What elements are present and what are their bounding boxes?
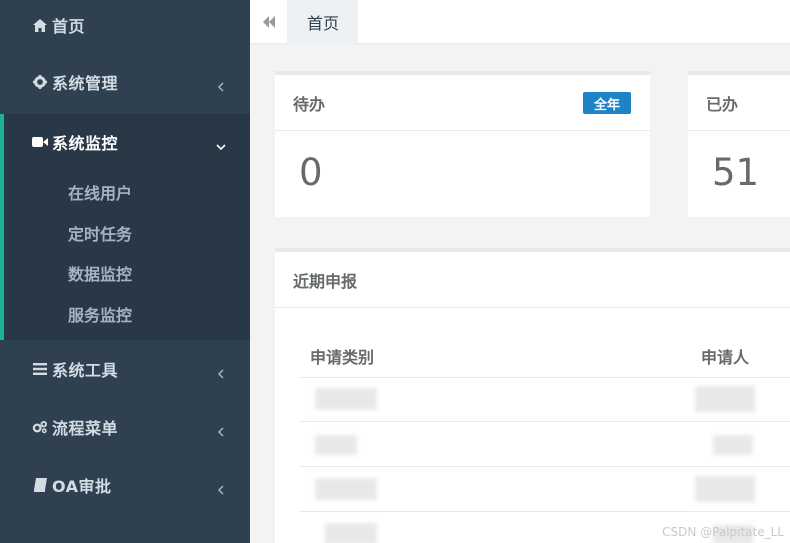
gear-icon — [32, 74, 48, 90]
collapse-tabs-button[interactable] — [250, 0, 288, 44]
recent-card-title: 近期申报 — [293, 271, 358, 291]
sidebar-item-label: OA审批 — [52, 477, 112, 496]
tab-home[interactable]: 首页 — [288, 0, 358, 44]
video-camera-icon — [32, 134, 48, 150]
redacted-cell — [315, 435, 357, 455]
sidebar-item-label: 流程菜单 — [52, 419, 119, 438]
top-tab-bar: 首页 — [250, 0, 790, 44]
sidebar-item-system-tools[interactable]: 系统工具 — [0, 340, 250, 398]
table-row[interactable] — [299, 378, 790, 422]
redacted-cell — [695, 476, 755, 502]
main-content: 待办 全年 0 已办 51 近期申报 申请类别 申请人 — [250, 45, 790, 543]
year-badge: 全年 — [582, 92, 631, 114]
sidebar-item-label: 首页 — [52, 17, 86, 36]
chevron-down-icon — [216, 137, 226, 151]
home-icon — [32, 17, 48, 33]
book-icon — [32, 477, 48, 493]
recent-card-header: 近期申报 — [275, 252, 790, 308]
bars-icon — [32, 361, 48, 377]
redacted-cell — [315, 388, 377, 410]
pending-card-header: 待办 全年 — [275, 75, 650, 131]
redacted-cell — [315, 478, 377, 500]
pending-card: 待办 全年 0 — [275, 71, 650, 217]
redacted-cell — [713, 435, 753, 455]
chevron-left-icon — [216, 77, 226, 92]
submenu-item-service-monitor[interactable]: 服务监控 — [4, 294, 250, 335]
chevron-left-icon — [216, 422, 226, 437]
sidebar-item-home[interactable]: 首页 — [0, 0, 250, 50]
submenu-item-data-monitor[interactable]: 数据监控 — [4, 253, 250, 294]
done-card-header: 已办 — [688, 75, 790, 131]
double-chevron-left-icon — [262, 13, 276, 32]
sidebar-item-system-monitor[interactable]: 系统监控 — [0, 114, 250, 170]
submenu-item-online-users[interactable]: 在线用户 — [4, 172, 250, 213]
recent-declarations-card: 近期申报 申请类别 申请人 — [275, 248, 790, 543]
chevron-left-icon — [216, 364, 226, 379]
sidebar-item-oa-approval[interactable]: OA审批 — [0, 456, 250, 514]
redacted-cell — [695, 386, 755, 412]
gears-icon — [32, 419, 48, 435]
column-header-applicant: 申请人 — [701, 348, 750, 367]
done-card-title: 已办 — [706, 94, 739, 114]
sidebar-item-system-management[interactable]: 系统管理 — [0, 50, 250, 114]
table-row[interactable] — [299, 423, 790, 467]
watermark: CSDN @Palpitate_LL — [662, 525, 784, 539]
sidebar-item-label: 系统管理 — [52, 74, 119, 93]
submenu-system-monitor: 在线用户 定时任务 数据监控 服务监控 — [0, 170, 250, 340]
sidebar-item-workflow-menu[interactable]: 流程菜单 — [0, 398, 250, 456]
pending-count: 0 — [299, 151, 323, 194]
sidebar-item-label: 系统监控 — [52, 134, 119, 153]
submenu-item-scheduled-tasks[interactable]: 定时任务 — [4, 213, 250, 254]
sidebar-item-label: 系统工具 — [52, 361, 119, 380]
chevron-left-icon — [216, 480, 226, 495]
sidebar: 首页 系统管理 系统监控 在线用户 定时任务 数据监控 服务监控 系统工具 流程… — [0, 0, 250, 543]
done-count: 51 — [712, 151, 760, 194]
done-card: 已办 51 — [688, 71, 790, 217]
table-row[interactable] — [299, 468, 790, 512]
column-header-category: 申请类别 — [310, 348, 375, 367]
redacted-cell — [325, 523, 377, 543]
pending-card-title: 待办 — [293, 94, 326, 114]
